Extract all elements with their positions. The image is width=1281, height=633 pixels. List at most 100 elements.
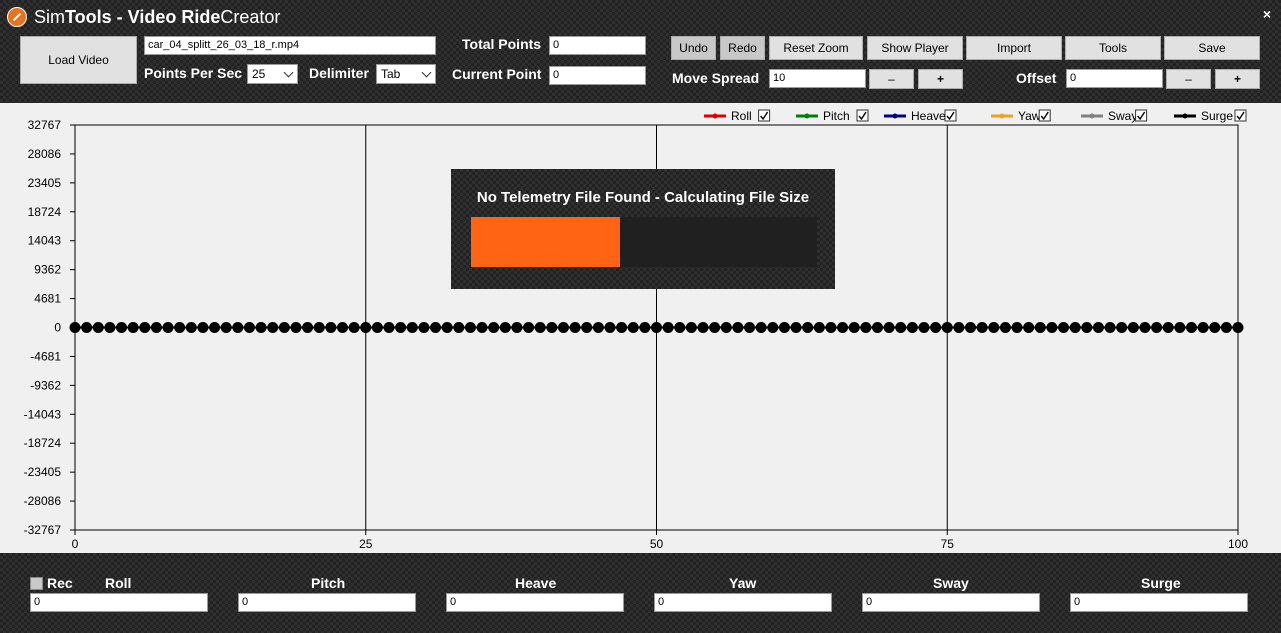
data-point[interactable]	[1081, 322, 1093, 333]
surge-field[interactable]: 0	[1070, 593, 1248, 612]
data-point[interactable]	[313, 322, 325, 333]
data-point[interactable]	[778, 322, 790, 333]
data-point[interactable]	[674, 322, 686, 333]
data-point[interactable]	[488, 322, 500, 333]
data-point[interactable]	[837, 322, 849, 333]
data-point[interactable]	[185, 322, 197, 333]
current-point-field[interactable]: 0	[549, 66, 646, 85]
data-point[interactable]	[406, 322, 418, 333]
data-point[interactable]	[325, 322, 337, 333]
data-point[interactable]	[174, 322, 186, 333]
redo-button[interactable]: Redo	[720, 36, 765, 60]
rec-toggle[interactable]: Rec	[30, 575, 73, 591]
offset-field[interactable]: 0	[1066, 69, 1163, 88]
data-point[interactable]	[871, 322, 883, 333]
data-point[interactable]	[81, 322, 93, 333]
data-point[interactable]	[127, 322, 139, 333]
data-point[interactable]	[895, 322, 907, 333]
pitch-field[interactable]: 0	[238, 593, 416, 612]
data-point[interactable]	[965, 322, 977, 333]
data-point[interactable]	[232, 322, 244, 333]
heave-field[interactable]: 0	[446, 593, 624, 612]
data-point[interactable]	[744, 322, 756, 333]
data-point[interactable]	[267, 322, 279, 333]
video-file-field[interactable]: car_04_splitt_26_03_18_r.mp4	[144, 36, 436, 55]
move-spread-field[interactable]: 10	[769, 69, 866, 88]
save-button[interactable]: Save	[1164, 36, 1260, 60]
data-point[interactable]	[1139, 322, 1151, 333]
roll-field[interactable]: 0	[30, 593, 208, 612]
data-point[interactable]	[906, 322, 918, 333]
data-point[interactable]	[150, 322, 162, 333]
data-point[interactable]	[802, 322, 814, 333]
legend-checkbox-sway[interactable]	[1135, 109, 1148, 122]
data-point[interactable]	[255, 322, 267, 333]
data-point[interactable]	[499, 322, 511, 333]
data-point[interactable]	[1104, 322, 1116, 333]
data-point[interactable]	[592, 322, 604, 333]
data-point[interactable]	[930, 322, 942, 333]
data-point[interactable]	[755, 322, 767, 333]
data-point[interactable]	[1197, 322, 1209, 333]
data-point[interactable]	[430, 322, 442, 333]
data-point[interactable]	[732, 322, 744, 333]
data-point[interactable]	[546, 322, 558, 333]
data-point[interactable]	[104, 322, 116, 333]
show-player-button[interactable]: Show Player	[867, 36, 963, 60]
data-point[interactable]	[453, 322, 465, 333]
data-point[interactable]	[290, 322, 302, 333]
sway-field[interactable]: 0	[862, 593, 1040, 612]
data-point[interactable]	[534, 322, 546, 333]
data-point[interactable]	[1127, 322, 1139, 333]
data-point[interactable]	[92, 322, 104, 333]
data-point[interactable]	[604, 322, 616, 333]
data-point[interactable]	[883, 322, 895, 333]
data-point[interactable]	[557, 322, 569, 333]
data-point[interactable]	[860, 322, 872, 333]
data-point[interactable]	[720, 322, 732, 333]
data-point[interactable]	[383, 322, 395, 333]
data-point[interactable]	[418, 322, 430, 333]
import-button[interactable]: Import	[966, 36, 1062, 60]
data-point[interactable]	[464, 322, 476, 333]
legend-checkbox-roll[interactable]	[758, 109, 771, 122]
data-point[interactable]	[1232, 322, 1244, 333]
data-point[interactable]	[1116, 322, 1128, 333]
delimiter-select[interactable]: Tab	[376, 64, 436, 84]
data-point[interactable]	[697, 322, 709, 333]
reset-zoom-button[interactable]: Reset Zoom	[769, 36, 863, 60]
data-point[interactable]	[1209, 322, 1221, 333]
data-point[interactable]	[523, 322, 535, 333]
data-point[interactable]	[139, 322, 151, 333]
data-point[interactable]	[395, 322, 407, 333]
data-point[interactable]	[1220, 322, 1232, 333]
data-point[interactable]	[662, 322, 674, 333]
data-point[interactable]	[371, 322, 383, 333]
data-point[interactable]	[197, 322, 209, 333]
data-point[interactable]	[336, 322, 348, 333]
data-point[interactable]	[953, 322, 965, 333]
data-point[interactable]	[243, 322, 255, 333]
data-point[interactable]	[627, 322, 639, 333]
points-per-sec-select[interactable]: 25	[247, 64, 298, 84]
data-point[interactable]	[709, 322, 721, 333]
legend-checkbox-yaw[interactable]	[1038, 109, 1051, 122]
data-point[interactable]	[1011, 322, 1023, 333]
data-point[interactable]	[581, 322, 593, 333]
data-point[interactable]	[1069, 322, 1081, 333]
data-point[interactable]	[1151, 322, 1163, 333]
data-point[interactable]	[1034, 322, 1046, 333]
close-icon[interactable]: ×	[1263, 6, 1271, 22]
yaw-field[interactable]: 0	[654, 593, 832, 612]
data-point[interactable]	[116, 322, 128, 333]
offset-minus-button[interactable]: –	[1166, 69, 1211, 89]
data-point[interactable]	[651, 322, 662, 333]
data-point[interactable]	[360, 322, 372, 333]
data-point[interactable]	[348, 322, 360, 333]
rec-checkbox[interactable]	[30, 576, 43, 590]
undo-button[interactable]: Undo	[671, 36, 716, 60]
data-point[interactable]	[1046, 322, 1058, 333]
data-point[interactable]	[976, 322, 988, 333]
data-point[interactable]	[569, 322, 581, 333]
data-point[interactable]	[1023, 322, 1035, 333]
